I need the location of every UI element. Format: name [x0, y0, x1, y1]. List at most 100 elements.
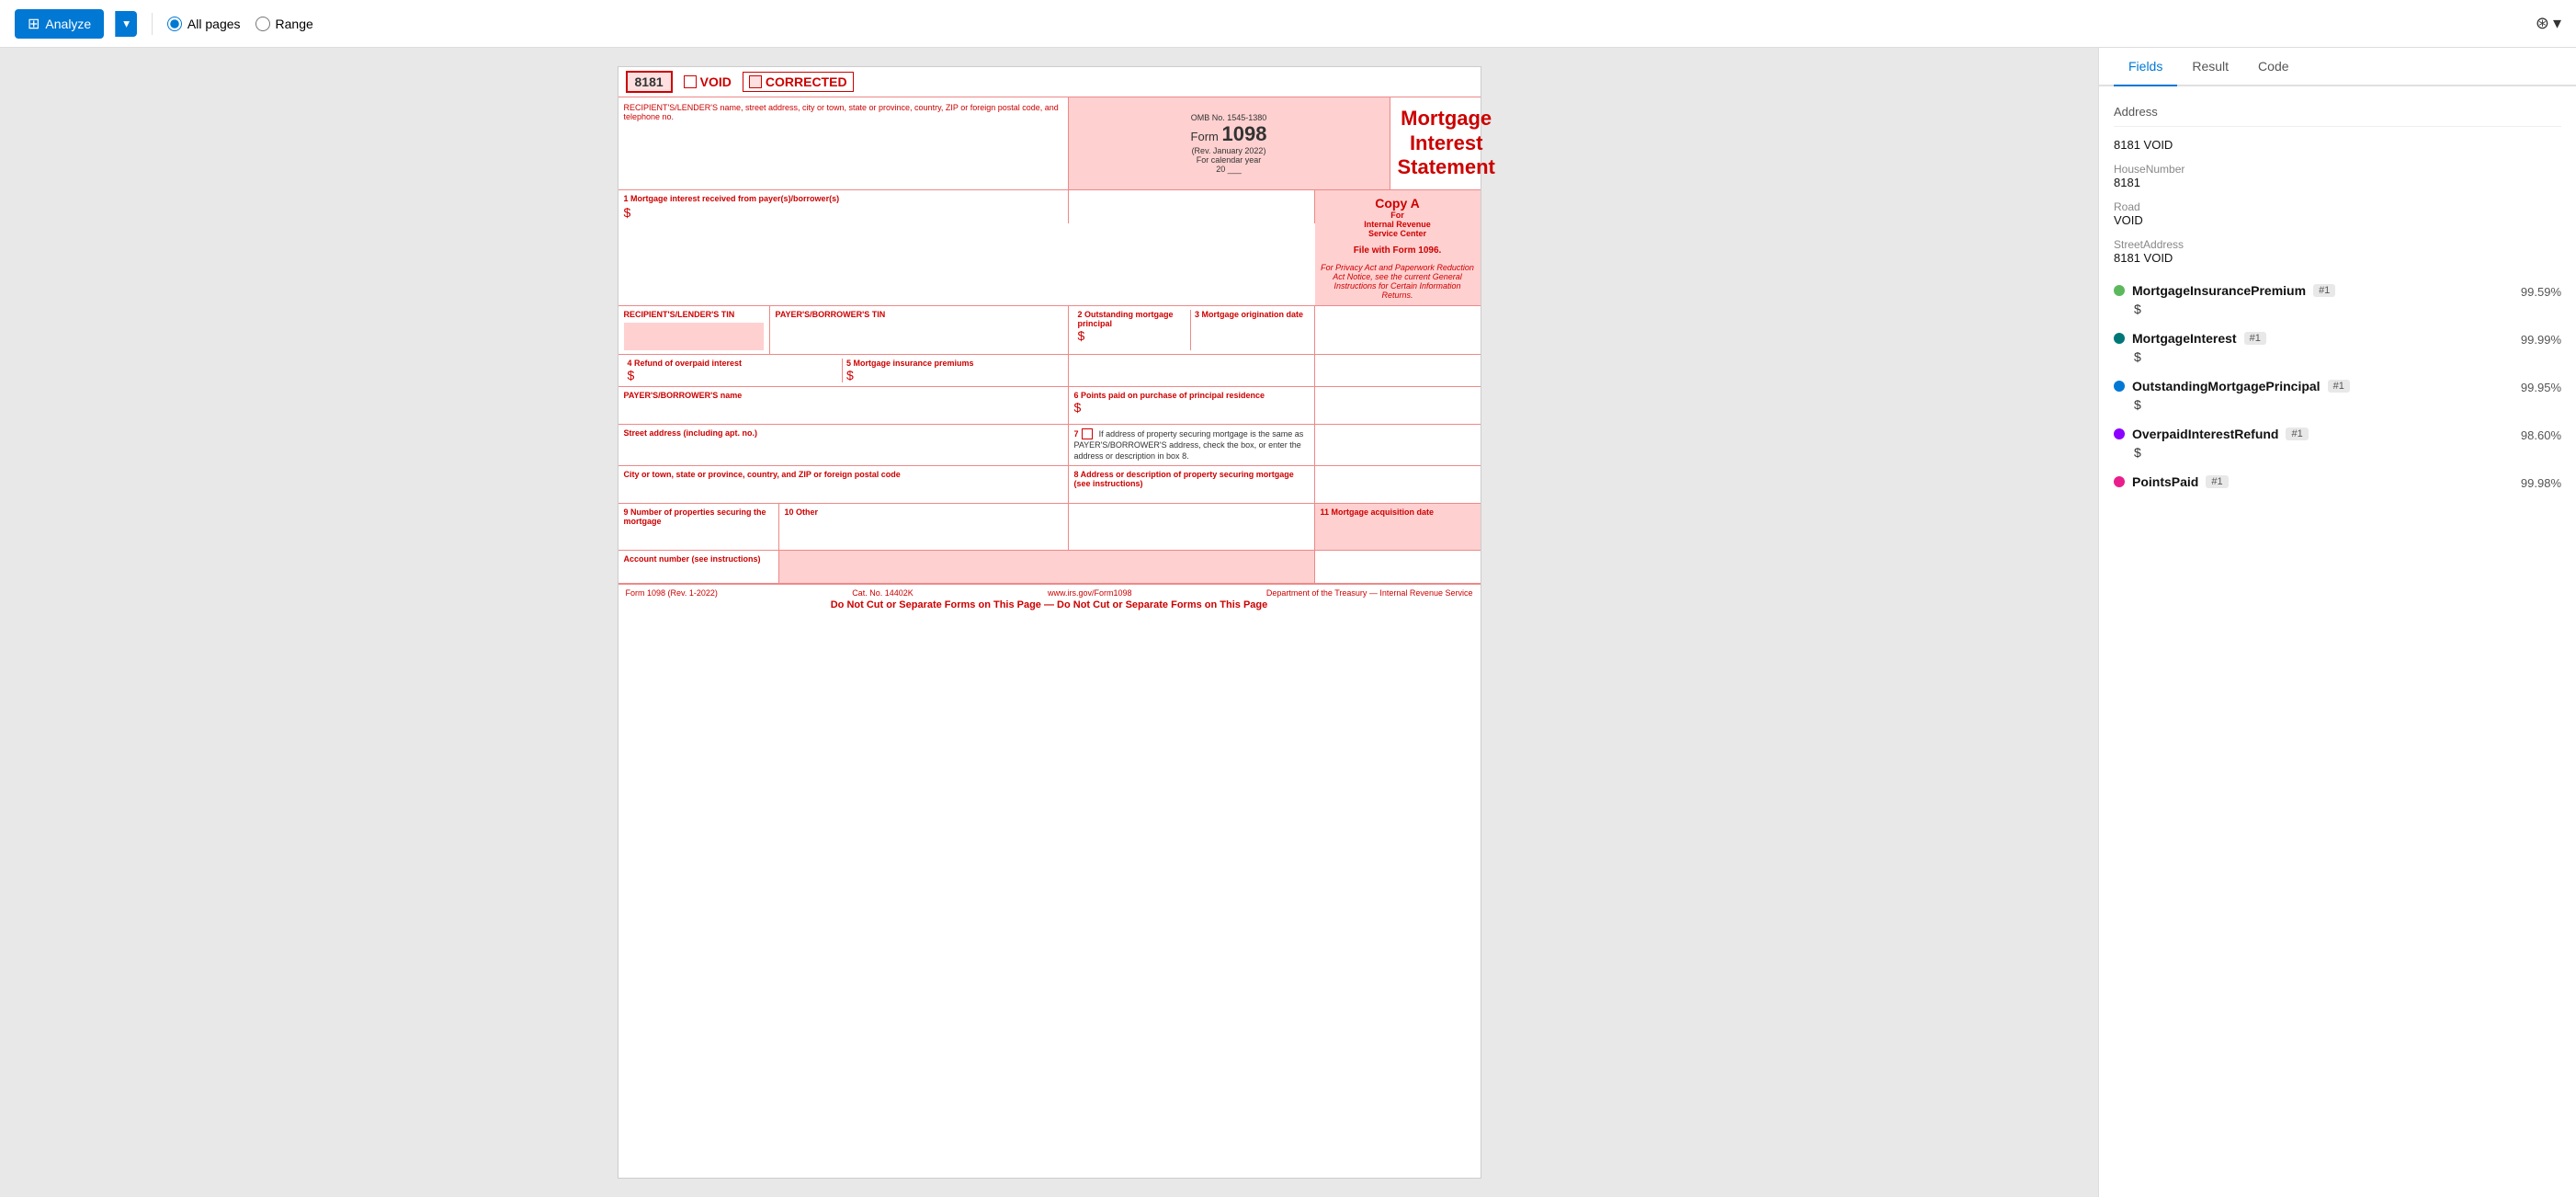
range-radio[interactable]	[255, 17, 270, 31]
copy-a-irs: Internal Revenue	[1364, 220, 1431, 229]
field-item-outstandingmortgageprincipal: OutstandingMortgagePrincipal #1 99.95% $	[2114, 379, 2561, 412]
box2-box3-cell: 2 Outstanding mortgage principal $ 3 Mor…	[1069, 306, 1315, 354]
cal-year-value: 20 ___	[1216, 165, 1242, 174]
form-id-value: 8181	[635, 74, 664, 89]
box7-text: If address of property securing mortgage…	[1074, 429, 1304, 461]
box10-cell: 10 Other	[779, 504, 1069, 550]
analyze-button[interactable]: ⊞ Analyze	[15, 9, 104, 39]
corrected-checkbox[interactable]	[749, 75, 762, 88]
street-cell: Street address (including apt. no.)	[618, 425, 1069, 465]
panel-content: Address 8181 VOID HouseNumber 8181 Road …	[2099, 86, 2576, 1197]
MortgageInterest-dot	[2114, 333, 2125, 344]
street-address-field: StreetAddress 8181 VOID	[2114, 238, 2561, 265]
tab-code[interactable]: Code	[2243, 48, 2303, 86]
void-box: VOID	[684, 74, 732, 89]
toolbar: ⊞ Analyze ▾ All pages Range ⊛ ▾	[0, 0, 2576, 48]
city-label: City or town, state or province, country…	[624, 470, 1062, 479]
range-option[interactable]: Range	[255, 17, 313, 31]
rev-date: (Rev. January 2022)	[1192, 146, 1266, 155]
recipient-section: RECIPIENT'S/LENDER'S name, street addres…	[618, 97, 1481, 190]
void-label: VOID	[700, 74, 732, 89]
box11-cell: 11 Mortgage acquisition date	[1315, 504, 1481, 550]
OverpaidInterestRefund-dot	[2114, 428, 2125, 439]
box8-label: 8 Address or description of property sec…	[1074, 470, 1309, 488]
toolbar-divider	[152, 13, 153, 35]
box5-cell: 5 Mortgage insurance premiums $	[843, 359, 1062, 382]
copy-a-service: Service Center	[1368, 229, 1426, 238]
street-label: Street address (including apt. no.)	[624, 428, 1062, 438]
box6-section: 6 Points paid on purchase of principal r…	[1069, 387, 1315, 424]
all-pages-radio[interactable]	[167, 17, 182, 31]
privacy-notice: For Privacy Act and Paperwork Reduction …	[1321, 263, 1475, 300]
corrected-label: CORRECTED	[766, 74, 847, 89]
box1-cell: 1 Mortgage interest received from payer(…	[618, 190, 1069, 223]
layers-button[interactable]: ⊛ ▾	[2536, 14, 2561, 33]
all-pages-option[interactable]: All pages	[167, 17, 241, 31]
MortgageInsurancePremium-dot	[2114, 285, 2125, 296]
title-line1: Mortgage	[1401, 107, 1492, 130]
field-item-mortgageinterest: MortgageInterest #1 99.99% $	[2114, 331, 2561, 364]
box7-checkbox[interactable]	[1082, 428, 1093, 439]
analyze-label: Analyze	[45, 17, 91, 31]
field-value-mortgageinsurancepremium: $	[2114, 302, 2561, 316]
box10-label: 10 Other	[785, 507, 1062, 517]
field-value-outstandingmortgageprincipal: $	[2114, 397, 2561, 412]
footer-donotcut: Do Not Cut or Separate Forms on This Pag…	[626, 599, 1473, 610]
box6-dollar: $	[1074, 400, 1309, 415]
box9-label: 9 Number of properties securing the mort…	[624, 507, 773, 526]
road-value: VOID	[2114, 213, 2561, 227]
layers-dropdown-icon: ▾	[2553, 14, 2561, 33]
box5-dollar: $	[846, 368, 1059, 382]
analyze-icon: ⊞	[28, 15, 40, 33]
box4-row: 4 Refund of overpaid interest $ 5 Mortga…	[618, 355, 1481, 387]
city-row: City or town, state or province, country…	[618, 466, 1481, 504]
analyze-dropdown-button[interactable]: ▾	[115, 11, 137, 37]
tab-fields[interactable]: Fields	[2114, 48, 2177, 86]
field-item-overpaidinterestrefund: OverpaidInterestRefund #1 98.60% $	[2114, 427, 2561, 460]
OutstandingMortgagePrincipal-dot	[2114, 381, 2125, 392]
box3-cell: 3 Mortgage origination date	[1191, 310, 1309, 350]
void-checkbox[interactable]	[684, 75, 697, 88]
box9-cell: 9 Number of properties securing the mort…	[618, 504, 779, 550]
fields-list: MortgageInsurancePremium #1 99.59% $ Mor…	[2114, 283, 2561, 493]
acct-row: Account number (see instructions)	[618, 551, 1481, 584]
field-item-mortgageinsurancepremium: MortgageInsurancePremium #1 99.59% $	[2114, 283, 2561, 316]
copy-a-section: Copy A For Internal Revenue Service Cent…	[1315, 190, 1481, 305]
PointsPaid-dot	[2114, 476, 2125, 487]
tab-result[interactable]: Result	[2177, 48, 2243, 86]
tin-row: RECIPIENT'S/LENDER'S TIN PAYER'S/BORROWE…	[618, 306, 1481, 355]
field-value-mortgageinterest: $	[2114, 349, 2561, 364]
box2-dollar: $	[1078, 328, 1187, 343]
form-center-cell: OMB No. 1545-1380 Form 1098 (Rev. Januar…	[1069, 97, 1390, 189]
box4-dollar: $	[628, 368, 839, 382]
field-confidence-outstandingmortgageprincipal: 99.95%	[2521, 381, 2561, 394]
document-area: 8181 VOID CORRECTED RECIPIENT'S/LENDER'S…	[0, 48, 2098, 1197]
box1-dollar: $	[624, 205, 1062, 220]
box7-cell: 7 If address of property securing mortga…	[1069, 425, 1315, 465]
form-number-display: Form 1098	[1191, 122, 1267, 146]
recipient-label: RECIPIENT'S/LENDER'S name, street addres…	[624, 103, 1062, 121]
acct-label-cell: Account number (see instructions)	[618, 551, 779, 583]
road-label: Road	[2114, 200, 2561, 213]
city-cell: City or town, state or province, country…	[618, 466, 1069, 503]
payer-name-label: PAYER'S/BORROWER'S name	[624, 391, 1062, 400]
house-number-value: 8181	[2114, 176, 2561, 189]
box1-mid	[1069, 190, 1315, 223]
road-field: Road VOID	[2114, 200, 2561, 227]
form-8181-box: 8181	[626, 71, 673, 93]
footer-dept: Department of the Treasury — Internal Re…	[1266, 588, 1473, 598]
file-with: File with Form 1096.	[1354, 245, 1442, 256]
range-label: Range	[276, 17, 313, 31]
box9-row: 9 Number of properties securing the mort…	[618, 504, 1481, 551]
copy-a-for-label: For	[1390, 211, 1404, 220]
recipient-tin-input	[624, 323, 764, 350]
box3-label: 3 Mortgage origination date	[1195, 310, 1305, 319]
payer-name-row: PAYER'S/BORROWER'S name 6 Points paid on…	[618, 387, 1481, 425]
acct-label: Account number (see instructions)	[624, 554, 773, 564]
box7-label: 7	[1074, 429, 1079, 439]
form-1098: 8181 VOID CORRECTED RECIPIENT'S/LENDER'S…	[618, 66, 1481, 1179]
street-row: Street address (including apt. no.) 7 If…	[618, 425, 1481, 466]
copy-a-for: For Internal Revenue Service Center	[1364, 211, 1431, 238]
box2-label: 2 Outstanding mortgage principal	[1078, 310, 1187, 328]
box6-label: 6 Points paid on purchase of principal r…	[1074, 391, 1309, 400]
